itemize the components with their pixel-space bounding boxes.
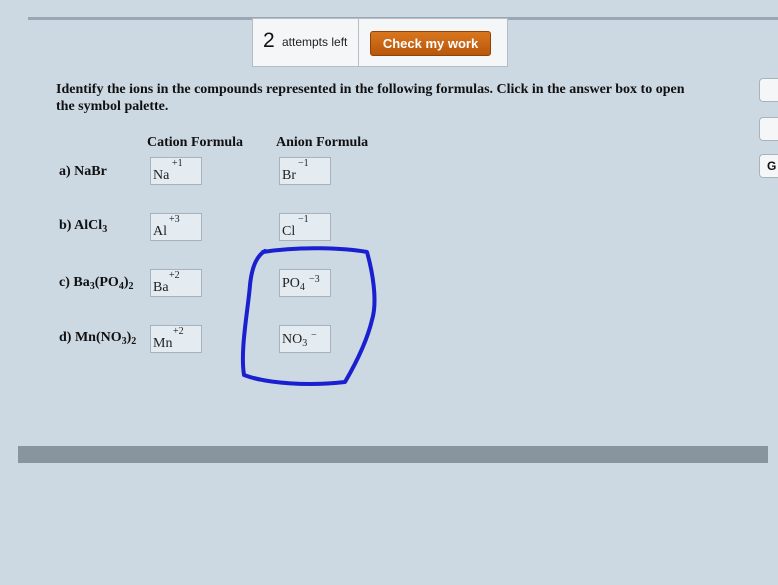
hand-drawn-annotation: [240, 246, 377, 386]
